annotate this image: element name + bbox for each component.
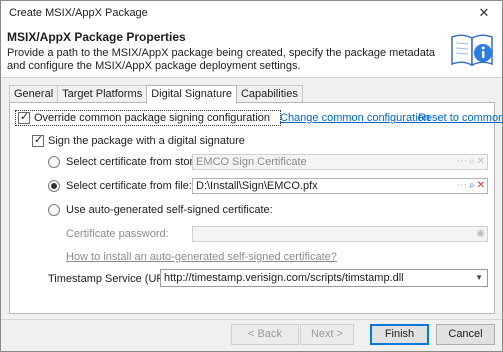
certificate-file-value: D:\Install\Sign\EMCO.pfx [196,180,318,192]
digital-signature-panel: Override common package signing configur… [9,102,503,314]
certificate-password-label: Certificate password: [66,228,169,240]
tab-general[interactable]: General [9,85,59,103]
view-certificate-icon[interactable]: ⌕ [469,156,475,168]
certificate-password-field[interactable]: ◉ [192,226,488,242]
tab-capabilities[interactable]: Capabilities [235,85,303,103]
tab-strip: General Target Platforms Digital Signatu… [9,85,303,104]
view-certificate-icon[interactable]: ⌕ [469,180,475,192]
close-button[interactable]: ✕ [470,3,498,23]
more-icon: ⋯ [457,156,467,167]
certificate-file-field[interactable]: D:\Install\Sign\EMCO.pfx ⋯ ⌕ ✕ [192,178,488,194]
book-info-icon [451,34,493,67]
clear-icon[interactable]: ✕ [477,156,485,168]
override-label: Override common package signing configur… [34,112,271,124]
how-to-install-link[interactable]: How to install an auto-generated self-si… [66,251,337,263]
change-common-config-link[interactable]: Change common configuration [280,112,430,124]
title-bar: Create MSIX/AppX Package ✕ [1,1,502,25]
window-title: Create MSIX/AppX Package [9,7,148,19]
from-store-radio[interactable] [48,156,60,168]
override-checkbox[interactable] [18,110,30,124]
timestamp-label: Timestamp Service (URL): [48,273,178,285]
next-button[interactable]: Next > [300,324,354,345]
back-button[interactable]: < Back [231,324,299,345]
timestamp-url-value: http://timestamp.verisign.com/scripts/ti… [164,272,404,284]
timestamp-url-combo[interactable]: http://timestamp.verisign.com/scripts/ti… [160,269,488,287]
page-description: Provide a path to the MSIX/AppX package … [7,47,436,72]
header-divider [1,77,502,78]
store-certificate-value: EMCO Sign Certificate [196,156,307,168]
chevron-down-icon[interactable]: ▼ [475,270,483,286]
store-certificate-field[interactable]: EMCO Sign Certificate ⋯ ⌕ ✕ [192,154,488,170]
from-file-label: Select certificate from file: [66,180,192,192]
finish-button[interactable]: Finish [370,324,429,345]
from-store-label: Select certificate from store: [66,156,203,168]
show-password-icon[interactable]: ◉ [476,228,485,240]
page-title: MSIX/AppX Package Properties [7,30,186,44]
browse-icon[interactable]: ⋯ [457,180,467,192]
tab-target-platforms[interactable]: Target Platforms [57,85,148,103]
sign-package-checkbox[interactable] [32,133,44,147]
from-file-radio[interactable] [48,180,60,192]
clear-icon[interactable]: ✕ [477,180,485,192]
auto-generated-radio[interactable] [48,204,60,216]
reset-to-common-link[interactable]: Reset to common [418,112,503,124]
footer-divider [1,319,502,320]
dialog-window: Create MSIX/AppX Package ✕ MSIX/AppX Pac… [0,0,503,352]
sign-package-label: Sign the package with a digital signatur… [48,135,245,147]
wizard-header: MSIX/AppX Package Properties Provide a p… [1,25,502,77]
cancel-button[interactable]: Cancel [436,324,495,345]
auto-generated-label: Use auto-generated self-signed certifica… [66,204,273,216]
tab-digital-signature[interactable]: Digital Signature [146,85,237,104]
